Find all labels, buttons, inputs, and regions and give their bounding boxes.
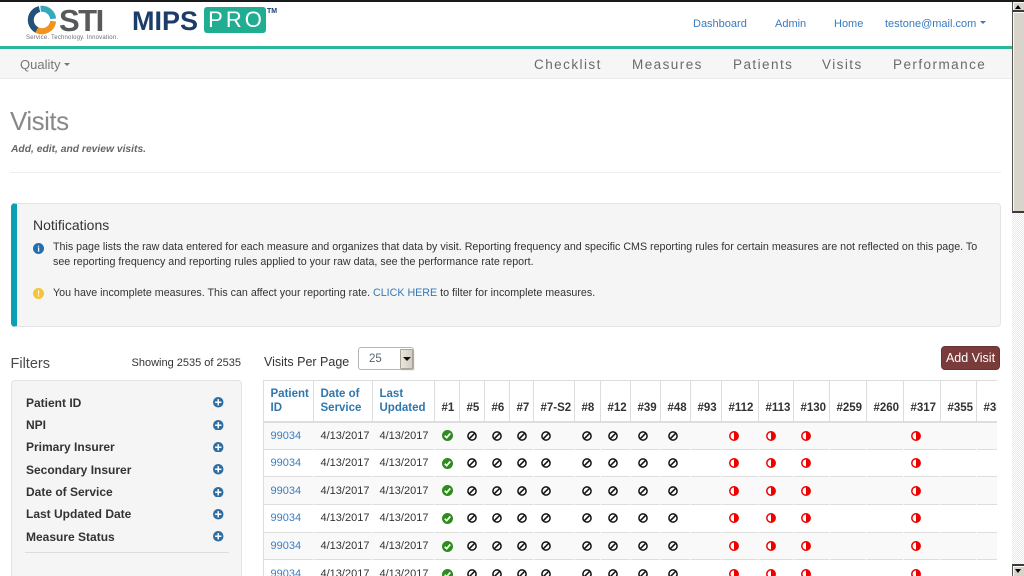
svg-text:!: ! [37, 288, 40, 298]
